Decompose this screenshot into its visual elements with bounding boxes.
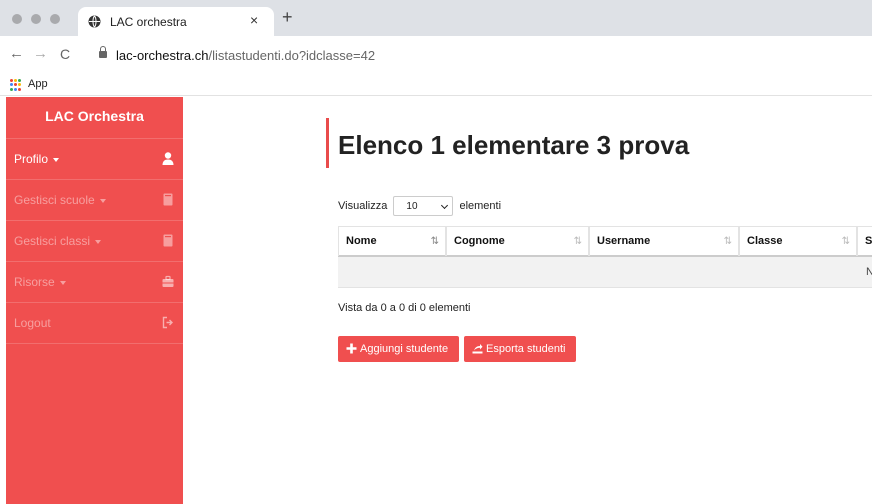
apps-bookmark[interactable]: App	[28, 78, 48, 90]
book-icon	[163, 193, 173, 206]
add-student-label: Aggiungi studente	[360, 343, 449, 355]
column-header-classe[interactable]: Classe ⇅	[739, 227, 857, 256]
url-host: lac-orchestra.ch	[116, 48, 209, 63]
sidebar: LAC Orchestra Profilo Gestisci scuole Ge…	[6, 97, 183, 504]
caret-down-icon	[95, 239, 102, 244]
browser-tab[interactable]: LAC orchestra ×	[78, 7, 274, 36]
students-table: Nome ⇅ Cognome ⇅ Username ⇅ Classe ⇅ Sc …	[338, 226, 872, 288]
table-header: Nome ⇅ Cognome ⇅ Username ⇅ Classe ⇅ Sc	[338, 226, 872, 257]
sidebar-item-logout[interactable]: Logout	[6, 303, 183, 344]
sidebar-item-label: Gestisci scuole	[14, 193, 95, 207]
page-length-value: 10	[406, 201, 418, 212]
user-icon	[162, 152, 174, 165]
column-header-nome[interactable]: Nome ⇅	[338, 227, 446, 256]
sort-icon: ⇅	[841, 236, 850, 247]
minimize-window-dot[interactable]	[31, 14, 41, 24]
caret-down-icon	[99, 198, 106, 203]
table-row-empty: N	[338, 257, 872, 288]
caret-down-icon	[59, 280, 66, 285]
page-title: Elenco 1 elementare 3 prova	[338, 130, 690, 160]
new-tab-button[interactable]: +	[282, 8, 293, 26]
chevron-down-icon	[441, 201, 449, 210]
sign-out-icon	[162, 316, 173, 329]
sidebar-item-gestisci-classi[interactable]: Gestisci classi	[6, 221, 183, 262]
caret-down-icon	[53, 157, 60, 162]
address-bar[interactable]: lac-orchestra.ch/listastudenti.do?idclas…	[116, 48, 375, 63]
plus-icon	[346, 343, 357, 354]
browser-tab-bar: LAC orchestra × +	[0, 0, 872, 36]
column-header-cognome[interactable]: Cognome ⇅	[446, 227, 589, 256]
briefcase-icon	[162, 275, 174, 287]
length-suffix: elementi	[459, 200, 502, 212]
sidebar-item-label: Gestisci classi	[14, 234, 91, 248]
table-info: Vista da 0 a 0 di 0 elementi	[338, 302, 471, 314]
add-student-button[interactable]: Aggiungi studente	[338, 336, 459, 362]
lock-icon	[99, 46, 107, 58]
tab-close-icon[interactable]: ×	[250, 12, 258, 28]
url-path: /listastudenti.do?idclasse=42	[208, 48, 376, 63]
empty-table-message: N	[866, 266, 872, 278]
back-icon[interactable]: ←	[9, 46, 24, 62]
close-window-dot[interactable]	[12, 14, 22, 24]
page-length-control: Visualizza 10 elementi	[338, 196, 501, 216]
bookmarks-bar: App	[0, 74, 872, 96]
apps-grid-icon[interactable]	[10, 79, 22, 91]
export-students-label: Esporta studenti	[486, 343, 566, 355]
column-label: Nome	[346, 235, 377, 247]
forward-icon[interactable]: →	[33, 46, 48, 62]
sidebar-item-label: Risorse	[14, 275, 55, 289]
maximize-window-dot[interactable]	[50, 14, 60, 24]
sidebar-item-label: Logout	[14, 316, 51, 330]
sort-icon: ⇅	[723, 236, 732, 247]
export-students-button[interactable]: Esporta studenti	[464, 336, 576, 362]
sidebar-item-profilo[interactable]: Profilo	[6, 139, 183, 180]
length-prefix: Visualizza	[338, 200, 388, 212]
reload-icon[interactable]: C	[60, 46, 70, 62]
brand-title: LAC Orchestra	[6, 97, 183, 139]
title-accent-bar	[326, 118, 329, 168]
sidebar-item-gestisci-scuole[interactable]: Gestisci scuole	[6, 180, 183, 221]
column-label: Cognome	[454, 235, 505, 247]
sidebar-item-label: Profilo	[14, 152, 49, 166]
book-icon	[163, 234, 173, 247]
browser-toolbar: ← → C lac-orchestra.ch/listastudenti.do?…	[0, 36, 872, 74]
globe-icon	[88, 15, 101, 28]
column-label: Sc	[865, 235, 872, 247]
column-header-sc[interactable]: Sc	[857, 227, 872, 256]
export-icon	[472, 344, 483, 354]
tab-title: LAC orchestra	[110, 15, 187, 29]
sort-icon: ⇅	[573, 236, 582, 247]
page-length-select[interactable]: 10	[393, 196, 454, 216]
sidebar-item-risorse[interactable]: Risorse	[6, 262, 183, 303]
column-label: Classe	[747, 235, 783, 247]
column-label: Username	[597, 235, 651, 247]
sort-asc-icon: ⇅	[430, 236, 439, 247]
column-header-username[interactable]: Username ⇅	[589, 227, 739, 256]
